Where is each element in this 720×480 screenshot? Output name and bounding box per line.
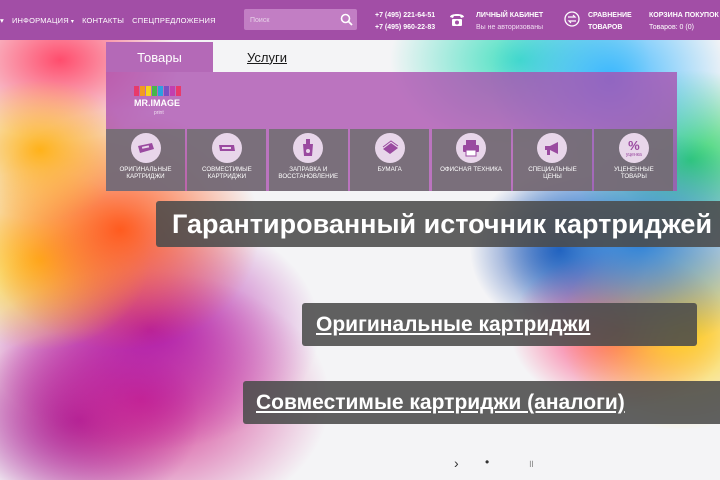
refill-icon	[293, 133, 324, 163]
category-label: УЦЕНЕННЫЕ ТОВАРЫ	[613, 166, 654, 180]
category-label: СПЕЦИАЛЬНЫЕ ЦЕНЫ	[528, 166, 577, 180]
brand-name: MR.IMAGE	[134, 98, 180, 108]
discount-badge-text: уценка	[625, 151, 642, 158]
discount-percent-sign: %	[628, 137, 640, 153]
brand-logo[interactable]: MR.IMAGE print	[132, 84, 188, 116]
category-label: СОВМЕСТИМЫЕ КАРТРИДЖИ	[201, 166, 252, 180]
compare-icon[interactable]	[564, 11, 580, 27]
megaphone-icon	[537, 133, 568, 163]
category-refill[interactable]: ЗАПРАВКА И ВОССТАНОВЛЕНИЕ	[268, 129, 348, 191]
category-office-equipment[interactable]: ОФИСНАЯ ТЕХНИКА	[431, 129, 511, 191]
account-link[interactable]: ЛИЧНЫЙ КАБИНЕТ Вы не авторизованы	[476, 10, 543, 34]
category-discounted-goods[interactable]: % уценка УЦЕНЕННЫЕ ТОВАРЫ	[594, 129, 674, 191]
search-box	[244, 9, 357, 31]
category-label: БУМАГА	[377, 166, 402, 173]
compare-label-2: ТОВАРОВ	[588, 24, 623, 31]
paper-icon	[374, 133, 405, 163]
category-label: ОФИСНАЯ ТЕХНИКА	[440, 166, 503, 173]
printer-icon	[456, 133, 487, 163]
nav-item-contacts[interactable]: КОНТАКТЫ	[78, 16, 128, 25]
compare-label-1: СРАВНЕНИЕ	[588, 12, 632, 19]
slider-next-icon[interactable]: ›	[454, 455, 459, 471]
phone-number-1[interactable]: +7 (495) 221-64-51	[375, 10, 435, 22]
phone-icon[interactable]	[448, 10, 466, 28]
cartridge-icon	[130, 133, 161, 163]
slider-controls: › • ॥	[452, 455, 542, 473]
contact-phones: +7 (495) 221-64-51 +7 (495) 960-22-83	[375, 10, 435, 34]
brand-logo-stripes	[134, 86, 181, 96]
discount-icon: % уценка	[618, 133, 649, 163]
nav-item-label: ИНФОРМАЦИЯ	[11, 15, 69, 25]
catalog-panel: MR.IMAGE print ОРИГИНАЛЬНЫЕ КАРТРИДЖИ СО…	[106, 72, 677, 191]
nav-item-information[interactable]: ИНФОРМАЦИЯ ▾	[8, 16, 78, 25]
main-nav: ▾ ИНФОРМАЦИЯ ▾ КОНТАКТЫ СПЕЦПРЕДЛОЖЕНИЯ	[0, 0, 220, 40]
compatible-cartridge-icon	[211, 133, 242, 163]
account-status: Вы не авторизованы	[476, 24, 544, 31]
phone-number-2[interactable]: +7 (495) 960-22-83	[375, 22, 435, 34]
top-navigation-bar: ▾ ИНФОРМАЦИЯ▾ КОНТАКТЫ СПЕЦПРЕДЛОЖЕНИЯ +…	[0, 0, 720, 40]
slider-headline: Гарантированный источник картриджей	[156, 201, 720, 247]
category-special-prices[interactable]: СПЕЦИАЛЬНЫЕ ЦЕНЫ	[512, 129, 592, 191]
search-input[interactable]	[244, 10, 338, 31]
cart-link[interactable]: КОРЗИНА ПОКУПОК Товаров: 0 (0)	[649, 10, 719, 34]
nav-item-special-offers[interactable]: СПЕЦПРЕДЛОЖЕНИЯ	[128, 16, 220, 25]
tab-services[interactable]: Услуги	[247, 42, 287, 72]
slider-play-icon[interactable]: •	[485, 455, 489, 469]
account-title: ЛИЧНЫЙ КАБИНЕТ	[476, 12, 544, 19]
category-compatible-cartridges[interactable]: СОВМЕСТИМЫЕ КАРТРИДЖИ	[187, 129, 267, 191]
cart-title: КОРЗИНА ПОКУПОК	[649, 12, 719, 19]
slider-link-original-cartridges[interactable]: Оригинальные картриджи	[302, 303, 697, 346]
tab-goods[interactable]: Товары	[106, 42, 213, 72]
category-label: ЗАПРАВКА И ВОССТАНОВЛЕНИЕ	[278, 166, 339, 180]
brand-tagline: print	[154, 110, 164, 116]
catalog-tabs: Товары Услуги	[106, 42, 287, 72]
compare-link[interactable]: СРАВНЕНИЕ ТОВАРОВ	[588, 10, 632, 34]
category-original-cartridges[interactable]: ОРИГИНАЛЬНЫЕ КАРТРИДЖИ	[106, 129, 185, 191]
search-icon[interactable]	[340, 13, 353, 26]
slider-pause-icon[interactable]: ॥	[528, 456, 534, 470]
category-tiles: ОРИГИНАЛЬНЫЕ КАРТРИДЖИ СОВМЕСТИМЫЕ КАРТР…	[106, 129, 677, 191]
cart-status: Товаров: 0 (0)	[649, 24, 694, 31]
slider-link-compatible-cartridges[interactable]: Совместимые картриджи (аналоги)	[243, 381, 720, 424]
category-label: ОРИГИНАЛЬНЫЕ КАРТРИДЖИ	[119, 166, 172, 180]
nav-menu-arrow[interactable]: ▾	[0, 16, 8, 25]
category-paper[interactable]: БУМАГА	[350, 129, 430, 191]
chevron-down-icon: ▾	[70, 18, 75, 25]
